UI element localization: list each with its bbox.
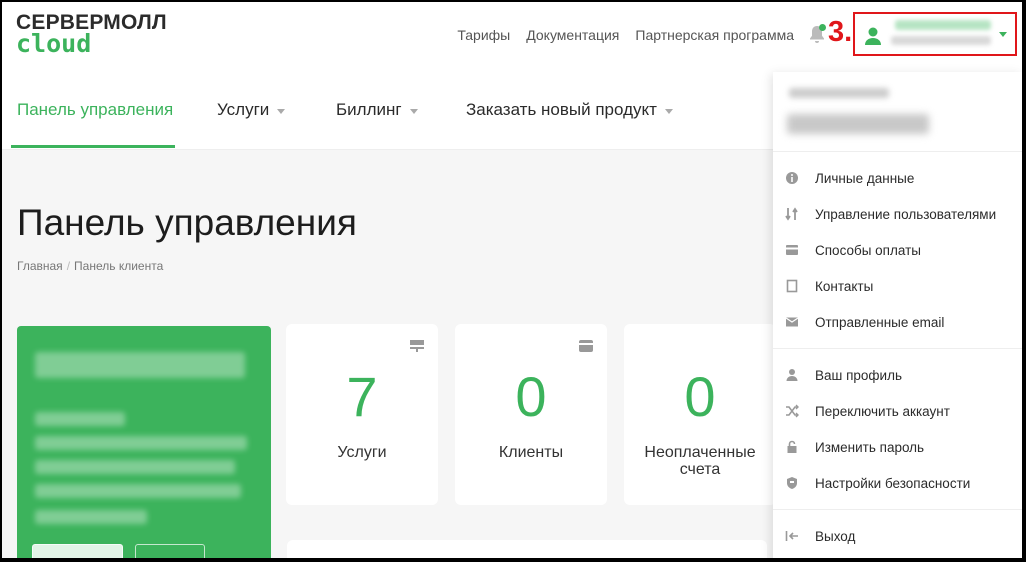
menu-label: Отправленные email [815, 314, 945, 330]
menu-change-password[interactable]: Изменить пароль [773, 429, 1022, 465]
stat-card-clients[interactable]: 0 Клиенты [455, 324, 607, 505]
stat-card-unpaid[interactable]: 0 Неоплаченные счета [624, 324, 776, 505]
menu-logout[interactable]: Выход [773, 518, 1022, 554]
menu-personal-data[interactable]: Личные данные [773, 160, 1022, 196]
menu-label: Настройки безопасности [815, 475, 971, 491]
top-links: Тарифы Документация Партнерская программ… [457, 27, 794, 43]
menu-contacts[interactable]: Контакты [773, 268, 1022, 304]
user-menu-toggle[interactable] [853, 12, 1017, 56]
page-title: Панель управления [17, 202, 357, 243]
nav-services-label: Услуги [217, 100, 270, 119]
notification-dot [819, 24, 826, 31]
dropdown-header [773, 72, 1022, 152]
step-annotation: 3. [828, 16, 853, 48]
contact-icon [785, 279, 799, 293]
nav-services[interactable]: Услуги [217, 100, 286, 120]
menu-sent-emails[interactable]: Отправленные email [773, 304, 1022, 340]
user-icon [865, 27, 881, 45]
server-icon [410, 340, 424, 352]
breadcrumb: Главная / Панель клиента [17, 259, 164, 273]
menu-label: Переключить аккаунт [815, 403, 950, 419]
account-primary-button[interactable] [32, 544, 123, 562]
chevron-down-icon [277, 108, 286, 114]
nav-dashboard[interactable]: Панель управления [17, 100, 173, 120]
menu-payment-methods[interactable]: Способы оплаты [773, 232, 1022, 268]
menu-label: Изменить пароль [815, 439, 925, 455]
account-card [17, 326, 271, 562]
dropdown-user-redacted [787, 114, 929, 134]
menu-security-settings[interactable]: Настройки безопасности [773, 465, 1022, 501]
link-tariffs[interactable]: Тарифы [457, 27, 510, 43]
menu-label: Ваш профиль [815, 367, 902, 383]
lock-icon [785, 440, 799, 454]
menu-label: Управление пользователями [815, 206, 997, 222]
account-detail-redacted [35, 436, 247, 450]
stat-label: Клиенты [498, 444, 564, 461]
nav-active-underline [11, 145, 175, 148]
user-name-redacted [895, 20, 991, 30]
top-bar: СЕРВЕРМОЛЛ cloud Тарифы Документация Пар… [0, 0, 1026, 72]
nav-billing[interactable]: Биллинг [336, 100, 418, 120]
chevron-down-icon [999, 32, 1007, 37]
info-icon [785, 171, 799, 185]
brand-logo[interactable]: СЕРВЕРМОЛЛ cloud [16, 12, 167, 58]
logout-icon [785, 529, 799, 543]
menu-label: Контакты [815, 278, 874, 294]
account-detail-redacted [35, 412, 125, 426]
stat-label: Услуги [337, 444, 387, 461]
account-detail-redacted [35, 484, 241, 498]
menu-your-profile[interactable]: Ваш профиль [773, 357, 1022, 393]
breadcrumb-home[interactable]: Главная [17, 259, 63, 273]
content-card [287, 540, 767, 562]
account-secondary-button[interactable] [135, 544, 205, 562]
menu-label: Личные данные [815, 170, 915, 186]
account-detail-redacted [35, 460, 235, 474]
shield-icon [785, 476, 799, 490]
account-name-redacted [35, 352, 245, 378]
user-sub-redacted [891, 36, 991, 45]
nav-order[interactable]: Заказать новый продукт [466, 100, 673, 120]
dropdown-user-redacted [789, 88, 889, 98]
account-detail-redacted [35, 510, 147, 524]
link-docs[interactable]: Документация [526, 27, 619, 43]
chevron-down-icon [409, 108, 418, 114]
dropdown-section-account: Личные данные Управление пользователями … [773, 152, 1022, 349]
chevron-down-icon [664, 108, 673, 114]
stat-value: 0 [515, 365, 547, 428]
stat-value: 0 [684, 365, 716, 428]
sort-icon [785, 207, 799, 221]
shuffle-icon [785, 404, 799, 418]
dropdown-section-profile: Ваш профиль Переключить аккаунт Изменить… [773, 349, 1022, 510]
stat-label: Неоплаченные счета [644, 444, 756, 478]
stat-card-services[interactable]: 7 Услуги [286, 324, 438, 505]
brand-line2: cloud [16, 29, 92, 58]
menu-manage-users[interactable]: Управление пользователями [773, 196, 1022, 232]
nav-order-label: Заказать новый продукт [466, 100, 657, 119]
link-partner[interactable]: Партнерская программа [635, 27, 794, 43]
card-icon [579, 340, 593, 352]
card-icon [785, 243, 799, 257]
nav-dashboard-label: Панель управления [17, 100, 174, 119]
breadcrumb-current: Панель клиента [74, 259, 164, 273]
user-icon [785, 368, 799, 382]
stat-value: 7 [346, 365, 378, 428]
menu-label: Способы оплаты [815, 242, 921, 258]
user-dropdown-menu: Личные данные Управление пользователями … [773, 72, 1022, 562]
menu-label: Выход [815, 528, 856, 544]
nav-billing-label: Биллинг [336, 100, 402, 119]
mail-icon [785, 315, 799, 329]
dropdown-section-logout: Выход [773, 510, 1022, 562]
menu-switch-account[interactable]: Переключить аккаунт [773, 393, 1022, 429]
